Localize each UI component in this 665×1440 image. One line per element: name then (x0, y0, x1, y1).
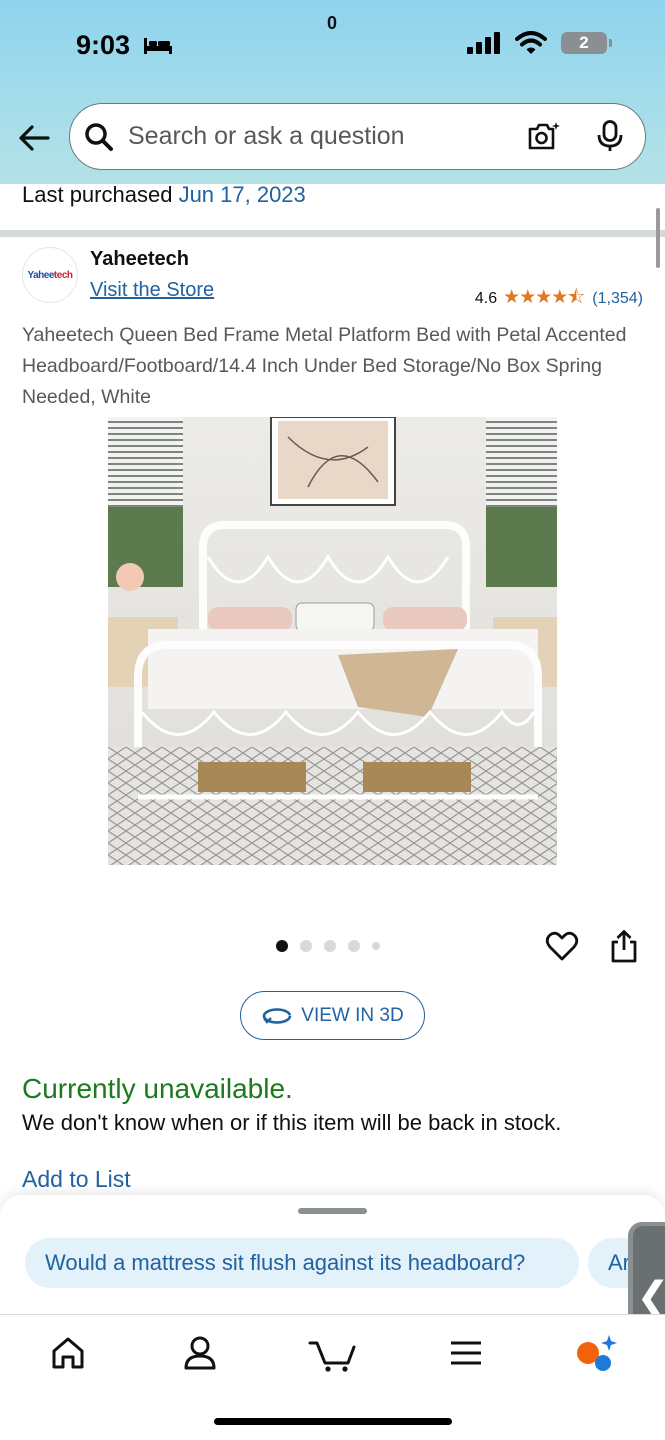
suggestion-chip[interactable]: Would a mattress sit flush against its h… (25, 1238, 579, 1288)
section-divider (0, 230, 665, 237)
cart-icon[interactable] (308, 1333, 358, 1373)
account-icon[interactable] (180, 1333, 220, 1373)
product-title: Yaheetech Queen Bed Frame Metal Platform… (22, 324, 627, 408)
rating-count[interactable]: (1,354) (592, 290, 643, 308)
last-purchased-date[interactable]: Jun 17, 2023 (179, 182, 306, 207)
camera-search-icon[interactable] (527, 121, 561, 151)
home-icon[interactable] (48, 1333, 88, 1373)
battery-indicator: 2 (561, 32, 612, 54)
product-rating[interactable]: 4.6 ★★★★⯪ (1,354) (475, 283, 643, 315)
rotate-3d-icon (262, 1007, 292, 1024)
sheet-handle[interactable] (298, 1208, 367, 1214)
cart-count-badge: 0 (327, 13, 338, 33)
product-image[interactable] (108, 417, 557, 865)
last-purchased: Last purchased Jun 17, 2023 (22, 182, 306, 208)
signal-icon (467, 32, 500, 54)
share-icon[interactable] (609, 929, 639, 963)
suggestions-sheet: Would a mattress sit flush against its h… (0, 1195, 665, 1315)
brand-name: Yaheetech (90, 248, 189, 270)
view-in-3d-label: VIEW IN 3D (301, 1004, 404, 1026)
availability-status: Currently unavailable. (22, 1073, 293, 1104)
sleep-mode-icon (144, 38, 172, 54)
availability-message: We don't know when or if this item will … (22, 1110, 562, 1135)
carousel-dot[interactable] (276, 940, 288, 952)
status-time: 9:03 (76, 30, 131, 60)
search-icon (85, 123, 113, 151)
wifi-icon (515, 31, 547, 54)
menu-icon[interactable] (446, 1333, 486, 1373)
scrollbar[interactable] (656, 208, 660, 268)
carousel-dot[interactable] (300, 940, 312, 952)
status-icons: 2 (467, 31, 612, 55)
back-arrow-icon[interactable] (16, 120, 52, 156)
carousel-dot[interactable] (372, 942, 380, 950)
rating-value: 4.6 (474, 290, 498, 307)
carousel-dot[interactable] (348, 940, 360, 952)
brand-logo[interactable]: Yahee tech (22, 247, 78, 303)
add-to-list-link[interactable]: Add to List (22, 1166, 131, 1193)
search-bar[interactable] (69, 103, 646, 170)
rufus-assistant-icon[interactable] (574, 1333, 620, 1373)
last-purchased-label: Last purchased (22, 182, 173, 207)
visit-store-link[interactable]: Visit the Store (90, 279, 214, 302)
heart-icon[interactable] (545, 930, 579, 962)
view-in-3d-button[interactable]: VIEW IN 3D (240, 991, 425, 1040)
microphone-icon[interactable] (595, 120, 625, 152)
search-input[interactable] (128, 104, 508, 168)
home-indicator[interactable] (214, 1418, 452, 1425)
carousel-dot[interactable] (324, 940, 336, 952)
image-carousel-dots[interactable] (276, 940, 380, 952)
rating-stars-icon: ★★★★⯪ (503, 287, 585, 308)
